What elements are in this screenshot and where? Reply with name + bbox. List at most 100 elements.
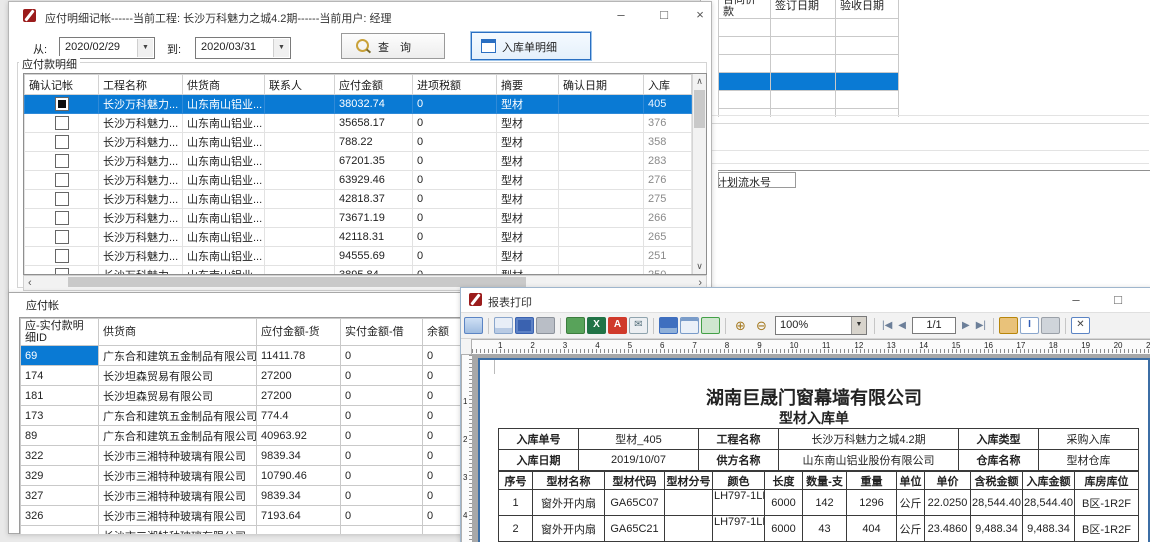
confirm-checkbox[interactable]	[55, 211, 69, 225]
row-id-cell[interactable]: 322	[21, 446, 99, 466]
inbound-detail-button[interactable]: 入库单明细	[471, 32, 591, 60]
table-row[interactable]	[719, 55, 899, 73]
table-row[interactable]: 长沙市三湘特种玻璃有限公司	[21, 526, 463, 535]
table-row[interactable]: 174长沙坦森贸易有限公司2720000	[21, 366, 463, 386]
next-page-button[interactable]: ▶	[962, 320, 970, 331]
table-row[interactable]: 长沙万科魅力...山东南山铝业...35658.170型材376	[25, 114, 692, 133]
confirm-checkbox[interactable]	[55, 173, 69, 187]
maximize-button[interactable]: □	[1103, 292, 1133, 307]
confirm-checkbox[interactable]	[55, 135, 69, 149]
confirm-checkbox[interactable]	[55, 268, 69, 275]
excel-export-icon[interactable]: X	[587, 317, 606, 334]
row-id-cell[interactable]: 69	[21, 346, 99, 366]
row-id-cell[interactable]	[21, 526, 99, 535]
column-header[interactable]: 供货商	[99, 319, 257, 346]
table-row[interactable]	[719, 37, 899, 55]
row-id-cell[interactable]: 326	[21, 506, 99, 526]
column-header[interactable]: 摘要	[497, 75, 559, 95]
column-header[interactable]: 进项税额	[413, 75, 497, 95]
table-row[interactable]: 长沙万科魅力...山东南山铝业...94555.690型材251	[25, 247, 692, 266]
table-row[interactable]	[719, 73, 899, 91]
zoom-out-icon[interactable]: ⊖	[752, 317, 771, 334]
table-row[interactable]: 322长沙市三湘特种玻璃有限公司9839.3400	[21, 446, 463, 466]
design-frame-icon[interactable]	[464, 317, 483, 334]
confirm-checkbox[interactable]	[55, 249, 69, 263]
table-row[interactable]: 329长沙市三湘特种玻璃有限公司10790.4600	[21, 466, 463, 486]
page-number-input[interactable]: 1/1	[912, 317, 956, 334]
prev-page-button[interactable]: ◀	[898, 320, 906, 331]
column-header[interactable]: 实付金额-借	[341, 319, 423, 346]
row-id-cell[interactable]: 181	[21, 386, 99, 406]
row-id-cell[interactable]: 173	[21, 406, 99, 426]
table-row[interactable]: 长沙万科魅力...山东南山铝业...42118.310型材265	[25, 228, 692, 247]
table-row[interactable]: 长沙万科魅力...山东南山铝业...38032.740型材405	[25, 95, 692, 114]
minimize-button[interactable]: –	[606, 7, 636, 22]
book-icon[interactable]	[515, 317, 534, 334]
query-button[interactable]: 查 询	[341, 33, 445, 59]
vertical-scrollbar[interactable]: ∧ ∨	[692, 74, 706, 274]
table-row[interactable]: 69广东合和建筑五金制品有限公司11411.7800	[21, 346, 463, 366]
insert-table-icon[interactable]	[701, 317, 720, 334]
plan-serial-field[interactable]: 计划流水号	[718, 172, 796, 188]
scroll-thumb[interactable]	[694, 90, 705, 128]
close-button[interactable]: ×	[685, 7, 715, 22]
table-row[interactable]	[719, 19, 899, 37]
to-date-select[interactable]: 2020/03/31 ▼	[195, 37, 291, 59]
export-icon[interactable]	[566, 317, 585, 334]
confirm-checkbox[interactable]	[55, 116, 69, 130]
row-id-cell[interactable]: 329	[21, 466, 99, 486]
table-row[interactable]: 长沙万科魅力...山东南山铝业...67201.350型材283	[25, 152, 692, 171]
hand-tool-icon[interactable]	[999, 317, 1018, 334]
column-header[interactable]: 余额	[423, 319, 463, 346]
first-page-button[interactable]: |◀	[882, 320, 892, 331]
column-header[interactable]: 入库	[644, 75, 692, 95]
column-header[interactable]: 应付金额	[335, 75, 413, 95]
table-row[interactable]: 长沙万科魅力...山东南山铝业...3895.840型材250	[25, 266, 692, 276]
table-row[interactable]: 181长沙坦森贸易有限公司2720000	[21, 386, 463, 406]
row-id-cell[interactable]: 174	[21, 366, 99, 386]
scroll-down-icon[interactable]: ∨	[693, 261, 706, 272]
preview-area[interactable]: 湖南巨晟门窗幕墙有限公司 型材入库单 入库单号型材_405工程名称长沙万科魅力之…	[472, 354, 1150, 542]
column-header[interactable]: 确认日期	[559, 75, 644, 95]
zoom-select[interactable]: 100%▼	[775, 316, 867, 335]
column-header[interactable]: 应付金额-货	[257, 319, 341, 346]
close-preview-icon[interactable]: ✕	[1071, 317, 1090, 334]
confirm-checkbox[interactable]	[55, 230, 69, 244]
copy-icon[interactable]	[1041, 317, 1060, 334]
table-row[interactable]: 326长沙市三湘特种玻璃有限公司7193.6400	[21, 506, 463, 526]
titlebar[interactable]: 应付明细记帐------当前工程: 长沙万科魅力之城4.2期------当前用户…	[9, 2, 711, 28]
scroll-up-icon[interactable]: ∧	[693, 76, 706, 87]
chevron-down-icon[interactable]: ▼	[851, 317, 866, 334]
scroll-left-icon[interactable]: ‹	[28, 277, 32, 289]
column-header[interactable]: 供货商	[183, 75, 265, 95]
zoom-in-icon[interactable]: ⊕	[731, 317, 750, 334]
settings-icon[interactable]	[536, 317, 555, 334]
mail-export-icon[interactable]: ✉	[629, 317, 648, 334]
chevron-down-icon[interactable]: ▼	[137, 39, 153, 57]
column-header[interactable]: 确认记帐	[25, 75, 99, 95]
confirm-checkbox[interactable]	[55, 97, 69, 111]
table-row[interactable]: 长沙万科魅力...山东南山铝业...73671.190型材266	[25, 209, 692, 228]
table-row[interactable]: 长沙万科魅力...山东南山铝业...788.220型材358	[25, 133, 692, 152]
close-button[interactable]: ×	[1139, 292, 1150, 307]
confirm-checkbox[interactable]	[55, 154, 69, 168]
column-header[interactable]: 工程名称	[99, 75, 183, 95]
titlebar[interactable]: 报表打印 – □ ×	[461, 288, 1150, 312]
table-row[interactable]: 长沙万科魅力...山东南山铝业...42818.370型材275	[25, 190, 692, 209]
table-row[interactable]: 长沙万科魅力...山东南山铝业...63929.460型材276	[25, 171, 692, 190]
save-icon[interactable]	[659, 317, 678, 334]
column-header[interactable]: 应-实付款明细ID	[21, 319, 99, 346]
column-header[interactable]: 联系人	[265, 75, 335, 95]
row-id-cell[interactable]: 327	[21, 486, 99, 506]
document-icon[interactable]	[680, 317, 699, 334]
confirm-checkbox[interactable]	[55, 192, 69, 206]
table-row[interactable]	[719, 91, 899, 109]
table-row[interactable]: 173广东合和建筑五金制品有限公司774.400	[21, 406, 463, 426]
printer-icon[interactable]	[494, 317, 513, 334]
text-select-icon[interactable]: I	[1020, 317, 1039, 334]
chevron-down-icon[interactable]: ▼	[273, 39, 289, 57]
scroll-thumb[interactable]	[68, 277, 526, 287]
row-id-cell[interactable]: 89	[21, 426, 99, 446]
table-row[interactable]: 89广东合和建筑五金制品有限公司40963.9200	[21, 426, 463, 446]
last-page-button[interactable]: ▶|	[976, 320, 986, 331]
